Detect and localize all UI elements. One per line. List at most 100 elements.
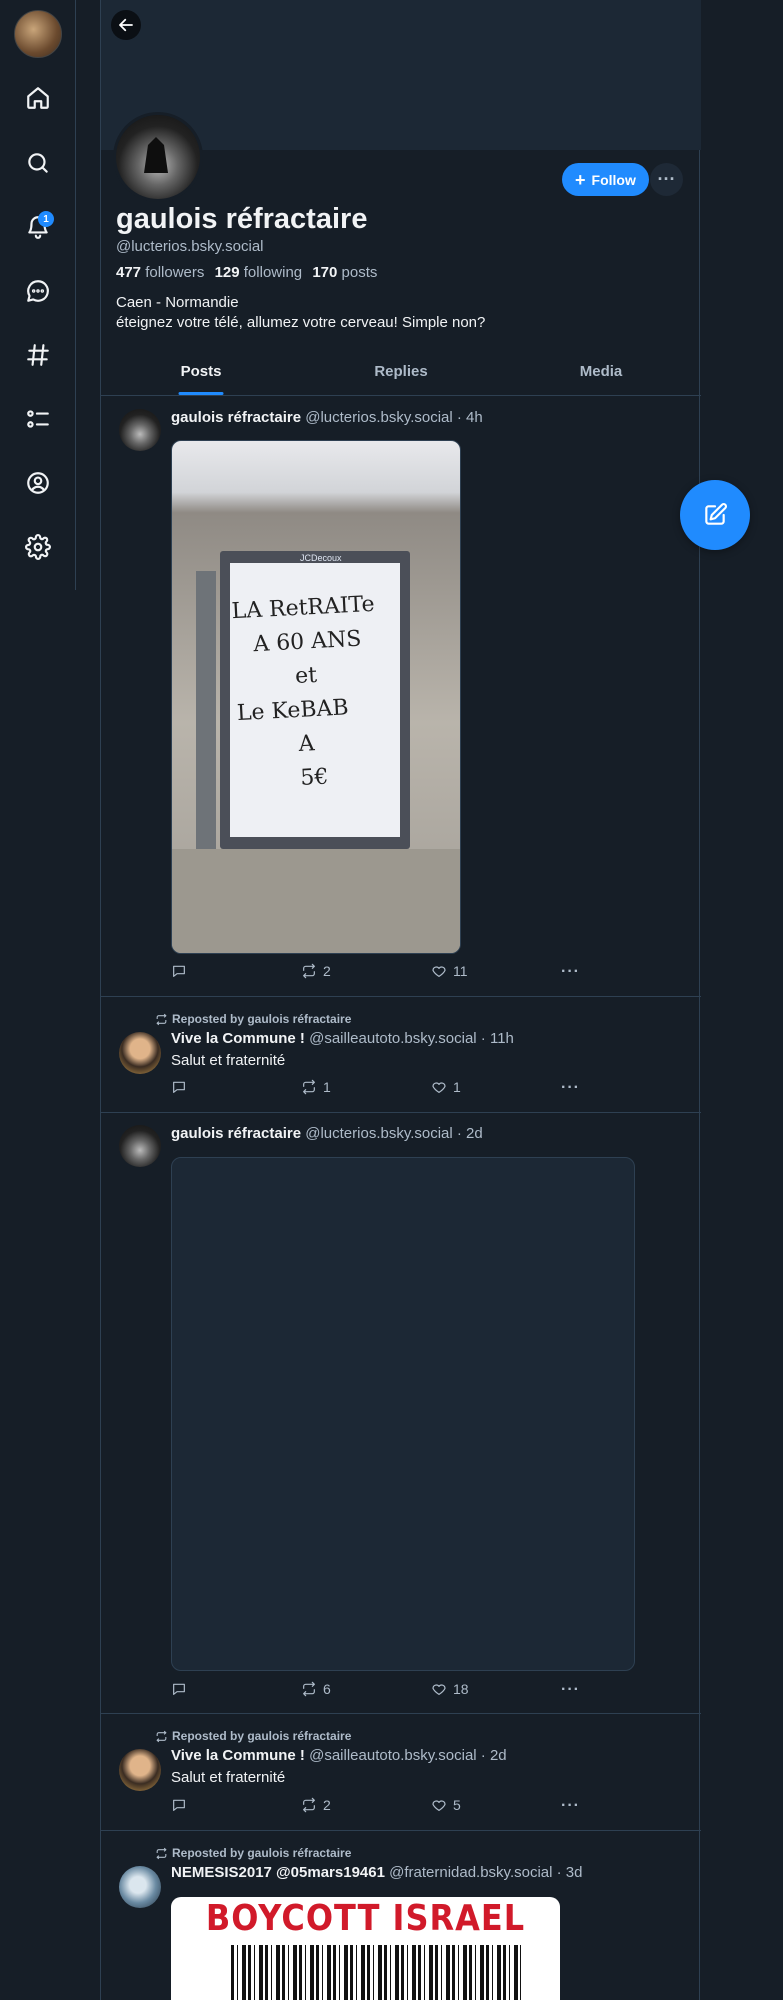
heart-icon: [432, 966, 446, 977]
like-button[interactable]: 5: [431, 1797, 461, 1813]
tab-replies[interactable]: Replies: [301, 356, 501, 395]
gear-icon: [25, 534, 51, 560]
posts-count: 170: [312, 264, 338, 281]
post-author-avatar[interactable]: [119, 1032, 161, 1074]
post-author-name[interactable]: gaulois réfractaire: [171, 1125, 301, 1142]
feed-post[interactable]: Reposted by gaulois réfractaire Vive la …: [101, 997, 701, 1113]
reply-icon: [173, 1081, 185, 1093]
profile-nav-button[interactable]: [20, 465, 56, 501]
post-image[interactable]: JCDecoux LA RetRAITe A 60 ANS et Le KeBA…: [171, 440, 461, 954]
ellipsis-icon: ···: [561, 1681, 580, 1698]
feed-post[interactable]: Reposted by gaulois réfractaire NEMESIS2…: [101, 1831, 701, 2000]
follow-button[interactable]: + Follow: [562, 163, 649, 196]
hashtag-icon: [27, 344, 49, 366]
like-button[interactable]: 18: [431, 1681, 469, 1697]
like-count: 18: [453, 1681, 469, 1697]
reply-button[interactable]: [171, 963, 187, 979]
repost-count: 2: [323, 1797, 331, 1813]
post-more-button[interactable]: ···: [561, 1079, 580, 1097]
reply-button[interactable]: [171, 1797, 187, 1813]
image-graffiti-text: LA RetRAITe A 60 ANS et Le KeBAB A 5€: [230, 591, 376, 791]
ellipsis-icon: ···: [561, 963, 580, 980]
reply-button[interactable]: [171, 1681, 187, 1697]
compose-icon: [705, 503, 727, 525]
post-actions: 1 1 ···: [171, 1079, 591, 1099]
followers-link[interactable]: 477 followers: [116, 264, 204, 281]
compose-button[interactable]: [680, 480, 750, 550]
repost-by-label[interactable]: Reposted by gaulois réfractaire: [172, 1729, 351, 1743]
current-user-avatar[interactable]: [14, 10, 62, 58]
post-author-avatar[interactable]: [119, 409, 161, 451]
post-more-button[interactable]: ···: [561, 963, 580, 981]
feed-post[interactable]: Reposted by gaulois réfractaire Vive la …: [101, 1714, 701, 1831]
home-nav-button[interactable]: [20, 80, 56, 116]
repost-button[interactable]: 1: [301, 1079, 331, 1095]
bio-line: Caen - Normandie: [116, 294, 239, 311]
tab-media[interactable]: Media: [501, 356, 701, 395]
reply-button[interactable]: [171, 1079, 187, 1095]
repost-count: 1: [323, 1079, 331, 1095]
search-nav-button[interactable]: [20, 145, 56, 181]
following-label: following: [243, 264, 303, 281]
post-actions: 6 18 ···: [171, 1681, 591, 1701]
repost-button[interactable]: 2: [301, 963, 331, 979]
posts-label: posts: [341, 264, 378, 281]
tab-posts[interactable]: Posts: [101, 356, 301, 395]
lists-nav-button[interactable]: [20, 401, 56, 437]
home-icon: [27, 87, 49, 109]
post-author-name[interactable]: Vive la Commune !: [171, 1747, 305, 1764]
following-link[interactable]: 129 following: [215, 264, 303, 281]
post-author-name[interactable]: NEMESIS2017 @05mars19461: [171, 1864, 385, 1881]
like-button[interactable]: 11: [431, 963, 468, 979]
arrow-left-icon: [119, 18, 133, 32]
post-author-avatar[interactable]: [119, 1125, 161, 1167]
post-more-button[interactable]: ···: [561, 1797, 580, 1815]
profile-tabs: Posts Replies Media: [101, 356, 701, 396]
repost-count: 2: [323, 963, 331, 979]
post-header: gaulois réfractaire @lucterios.bsky.soci…: [171, 409, 483, 426]
feed-post[interactable]: gaulois réfractaire @lucterios.bsky.soci…: [101, 1113, 701, 1714]
reply-icon: [173, 1683, 185, 1695]
chat-nav-button[interactable]: [20, 273, 56, 309]
reply-icon: [173, 1799, 185, 1811]
post-header: gaulois réfractaire @lucterios.bsky.soci…: [171, 1125, 483, 1142]
profile-avatar[interactable]: [113, 112, 203, 202]
post-image[interactable]: BOYCOTT ISRAEL: [171, 1897, 560, 2000]
post-author-name[interactable]: Vive la Commune !: [171, 1030, 305, 1047]
left-nav-rail: 1: [0, 0, 76, 590]
profile-handle: @lucterios.bsky.social: [116, 238, 264, 255]
notification-badge: 1: [38, 211, 54, 227]
settings-nav-button[interactable]: [20, 529, 56, 565]
post-more-button[interactable]: ···: [561, 1681, 580, 1699]
repost-button[interactable]: 2: [301, 1797, 331, 1813]
bio-line: éteignez votre télé, allumez votre cerve…: [116, 314, 486, 331]
ellipsis-icon: ···: [561, 1797, 580, 1814]
repost-button[interactable]: 6: [301, 1681, 331, 1697]
repost-by-label[interactable]: Reposted by gaulois réfractaire: [172, 1846, 351, 1860]
profile-more-button[interactable]: ···: [650, 163, 683, 196]
post-author-avatar[interactable]: [119, 1749, 161, 1791]
list-icon: [27, 410, 49, 428]
feeds-nav-button[interactable]: [20, 337, 56, 373]
like-count: 1: [453, 1079, 461, 1095]
post-meta: @sailleautoto.bsky.social · 2d: [309, 1747, 507, 1764]
ellipsis-icon: ···: [657, 169, 676, 189]
search-icon: [28, 153, 48, 173]
post-meta: @lucterios.bsky.social · 2d: [305, 1125, 483, 1142]
post-meta: @lucterios.bsky.social · 4h: [305, 409, 483, 426]
followers-label: followers: [145, 264, 205, 281]
feed-post[interactable]: gaulois réfractaire @lucterios.bsky.soci…: [101, 397, 701, 997]
repost-icon: [303, 963, 315, 979]
back-button[interactable]: [111, 10, 141, 40]
following-count: 129: [214, 264, 240, 281]
profile-stats: 477 followers 129 following 170 posts: [116, 264, 377, 281]
post-author-avatar[interactable]: [119, 1866, 161, 1908]
repost-indicator: Reposted by gaulois réfractaire: [155, 1846, 351, 1860]
repost-icon: [156, 1730, 167, 1742]
like-button[interactable]: 1: [431, 1079, 461, 1095]
post-header: Vive la Commune ! @sailleautoto.bsky.soc…: [171, 1030, 514, 1047]
repost-icon: [156, 1013, 167, 1025]
post-image-placeholder[interactable]: [171, 1157, 635, 1671]
post-author-name[interactable]: gaulois réfractaire: [171, 409, 301, 426]
repost-by-label[interactable]: Reposted by gaulois réfractaire: [172, 1012, 351, 1026]
